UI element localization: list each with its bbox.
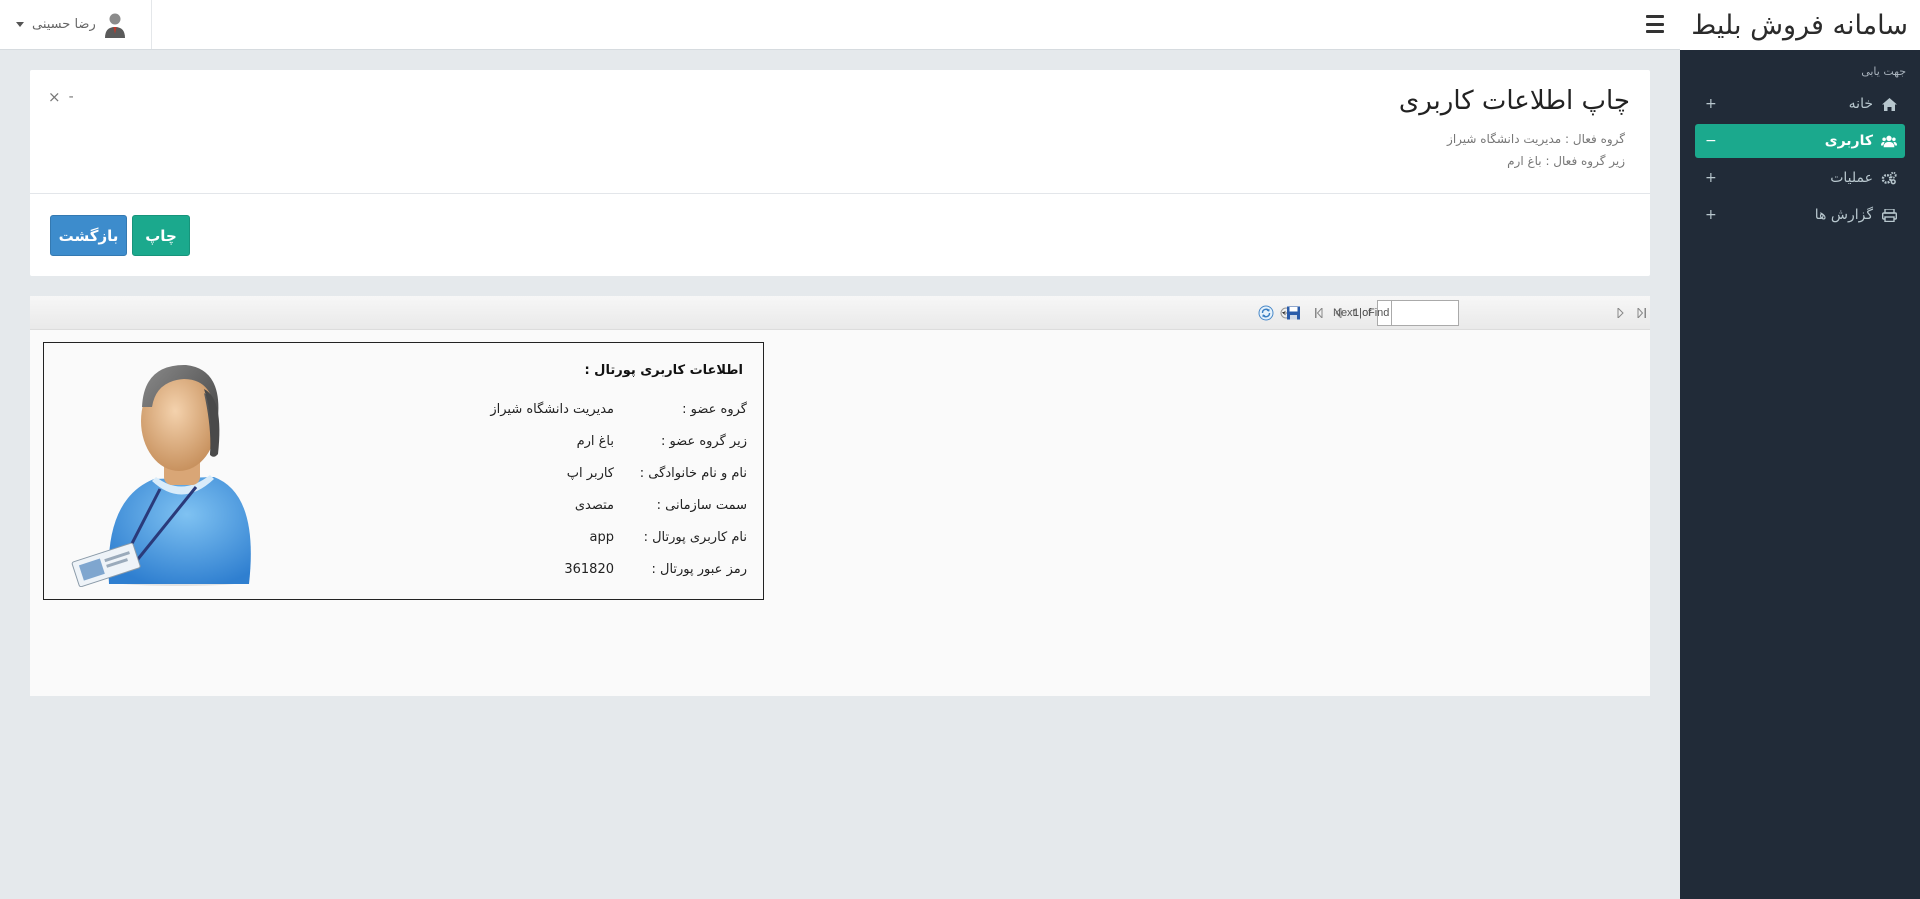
expand-icon: + <box>1705 170 1717 186</box>
expand-icon: + <box>1705 96 1717 112</box>
users-icon <box>1881 134 1897 148</box>
back-button[interactable]: بازگشت <box>50 215 127 256</box>
report-card: اطلاعات کاربری پورتال : گروه عضو : مدیری… <box>43 342 764 600</box>
last-page-icon <box>1637 308 1646 318</box>
field-label: زیر گروه عضو : <box>660 434 747 449</box>
field-value: متصدی <box>574 498 614 513</box>
sidebar-item-home[interactable]: + خانه <box>1695 87 1905 121</box>
user-menu[interactable]: رضا حسینی <box>0 0 152 49</box>
report-title: اطلاعات کاربری پورتال : <box>584 363 743 378</box>
divider <box>30 193 1650 194</box>
top-header: رضا حسینی <box>0 0 1680 50</box>
close-icon[interactable]: × <box>48 90 61 105</box>
report-viewer: 1 of Find | Next <box>30 296 1650 696</box>
user-name: رضا حسینی <box>32 17 96 32</box>
caret-down-icon <box>16 22 24 27</box>
field-label: نام کاربری پورتال : <box>643 530 747 545</box>
expand-icon: + <box>1705 207 1717 223</box>
home-icon <box>1881 97 1897 111</box>
sidebar-item-operations[interactable]: + عملیات <box>1695 161 1905 195</box>
panel-tools: × - <box>48 90 74 105</box>
field-value: مدیریت دانشگاه شیراز <box>490 402 614 417</box>
sidebar-item-label: خانه <box>1848 96 1873 112</box>
menu-toggle-icon[interactable] <box>1646 15 1664 33</box>
find-link[interactable]: Find <box>1368 307 1389 319</box>
toolbar-separator: | <box>1359 307 1362 319</box>
sidebar-item-reports[interactable]: + گزارش ها <box>1695 198 1905 232</box>
sidebar-item-label: گزارش ها <box>1814 207 1873 223</box>
content-panel: چاپ اطلاعات کاربری گروه فعال : مدیریت دا… <box>30 70 1650 276</box>
export-button[interactable] <box>1282 296 1302 330</box>
print-button[interactable]: چاپ <box>132 215 190 256</box>
brand-logo[interactable]: سامانه فروش بلیط <box>1680 0 1920 50</box>
brand-title: سامانه فروش بلیط <box>1691 9 1908 41</box>
gears-icon <box>1881 171 1897 185</box>
page-title: چاپ اطلاعات کاربری <box>1398 86 1630 116</box>
field-label: گروه عضو : <box>682 402 747 417</box>
refresh-icon <box>1258 305 1274 321</box>
next-page-button[interactable] <box>1616 296 1624 330</box>
active-subgroup-text: زیر گروه فعال : باغ ارم <box>1507 154 1625 168</box>
active-group-text: گروه فعال : مدیریت دانشگاه شیراز <box>1447 132 1625 146</box>
user-avatar-icon <box>104 13 125 38</box>
first-page-icon <box>1315 308 1323 318</box>
collapse-icon: − <box>1705 133 1717 149</box>
next-page-icon <box>1617 308 1624 318</box>
sidebar-item-label: عملیات <box>1830 170 1873 186</box>
field-label: رمز عبور پورتال : <box>651 562 747 577</box>
print-icon <box>1881 208 1897 222</box>
report-toolbar: 1 of Find | Next <box>30 296 1650 330</box>
nav-heading: جهت یابی <box>1861 65 1906 78</box>
field-value: کاربر اپ <box>566 466 614 481</box>
find-input[interactable] <box>1391 300 1459 326</box>
last-page-button[interactable] <box>1634 296 1646 330</box>
sidebar: سامانه فروش بلیط جهت یابی + خانه − کاربر… <box>1680 0 1920 899</box>
minimize-icon[interactable]: - <box>69 90 74 104</box>
refresh-button[interactable] <box>1258 296 1274 330</box>
sidebar-item-label: کاربری <box>1824 133 1873 149</box>
field-label: نام و نام خانوادگی : <box>639 466 747 481</box>
sidebar-item-users[interactable]: − کاربری <box>1695 124 1905 158</box>
user-photo-icon <box>71 364 251 587</box>
field-value: app <box>589 530 614 545</box>
field-label: سمت سازمانی : <box>656 498 747 513</box>
field-value: 361820 <box>564 562 614 577</box>
next-link[interactable]: Next <box>1333 307 1356 319</box>
first-page-button[interactable] <box>1315 296 1327 330</box>
field-value: باغ ارم <box>576 434 614 449</box>
save-disk-icon <box>1282 306 1300 320</box>
